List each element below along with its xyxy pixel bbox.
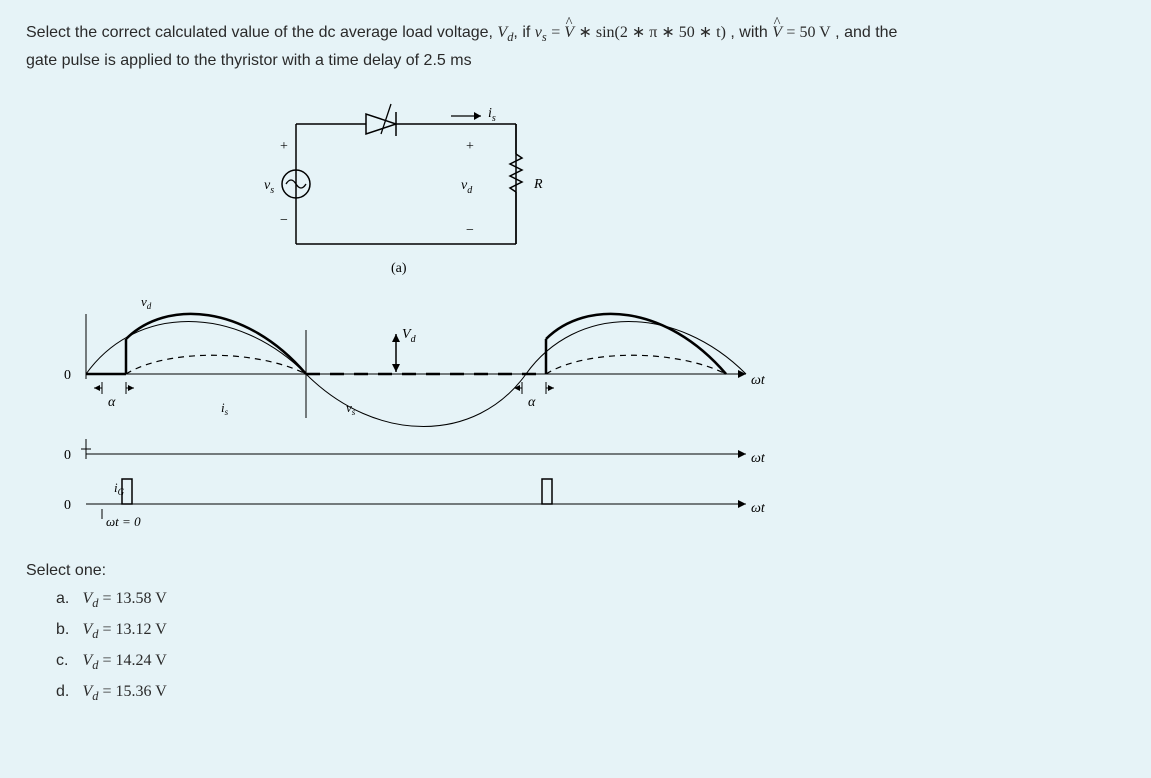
svg-text:vd: vd <box>461 178 473 196</box>
svg-text:ωt: ωt <box>751 373 766 388</box>
svg-text:Vd: Vd <box>402 327 417 345</box>
svg-text:is: is <box>221 400 229 417</box>
waveform-diagram: 0 ωt α α vd Vd vs is <box>64 294 766 529</box>
option-c[interactable]: c. Vd = 14.24 V <box>56 652 1125 673</box>
eq1: = <box>551 24 564 41</box>
svg-text:+: + <box>466 139 474 154</box>
select-one-label: Select one: <box>26 562 1125 580</box>
svg-text:vs: vs <box>346 400 356 417</box>
option-d[interactable]: d. Vd = 15.36 V <box>56 683 1125 704</box>
svg-text:ωt: ωt <box>751 451 766 466</box>
svg-text:0: 0 <box>64 498 71 513</box>
svg-text:α: α <box>528 395 536 410</box>
eq50: = 50 V <box>786 24 830 41</box>
q-if: , if <box>513 24 534 41</box>
vs-symbol: vs <box>535 24 547 41</box>
svg-text:0: 0 <box>64 368 71 383</box>
minus-label: − <box>280 213 288 228</box>
svg-text:ωt = 0: ωt = 0 <box>106 514 141 529</box>
question-text: Select the correct calculated value of t… <box>26 20 1125 74</box>
plus-label: + <box>280 139 288 154</box>
caption: (a) <box>391 261 407 276</box>
svg-text:α: α <box>108 395 116 410</box>
circuit-diagram: + − vs + − vd is R (a) <box>264 104 543 276</box>
thyristor-icon <box>356 104 416 136</box>
with-text: , with <box>730 24 772 41</box>
options-list: a. Vd = 13.58 V b. Vd = 13.12 V c. Vd = … <box>26 590 1125 705</box>
vhat1: V <box>564 20 574 46</box>
svg-text:R: R <box>533 177 543 192</box>
svg-text:is: is <box>488 106 496 124</box>
svg-text:ωt: ωt <box>751 501 766 516</box>
svg-text:0: 0 <box>64 448 71 463</box>
sin-expr: ∗ sin(2 ∗ π ∗ 50 ∗ t) <box>578 24 725 41</box>
svg-text:iG: iG <box>114 480 125 497</box>
svg-text:vd: vd <box>141 294 152 311</box>
figure: + − vs + − vd is R (a) 0 ωt α <box>26 94 1125 534</box>
vd-symbol: Vd <box>497 24 513 41</box>
svg-text:vs: vs <box>264 178 274 196</box>
vhat2: V <box>772 20 782 46</box>
q-line2: gate pulse is applied to the thyristor w… <box>26 52 472 69</box>
and-text: , and the <box>835 24 897 41</box>
option-b[interactable]: b. Vd = 13.12 V <box>56 621 1125 642</box>
svg-text:−: − <box>466 223 474 238</box>
option-a[interactable]: a. Vd = 13.58 V <box>56 590 1125 611</box>
q-prefix: Select the correct calculated value of t… <box>26 24 497 41</box>
